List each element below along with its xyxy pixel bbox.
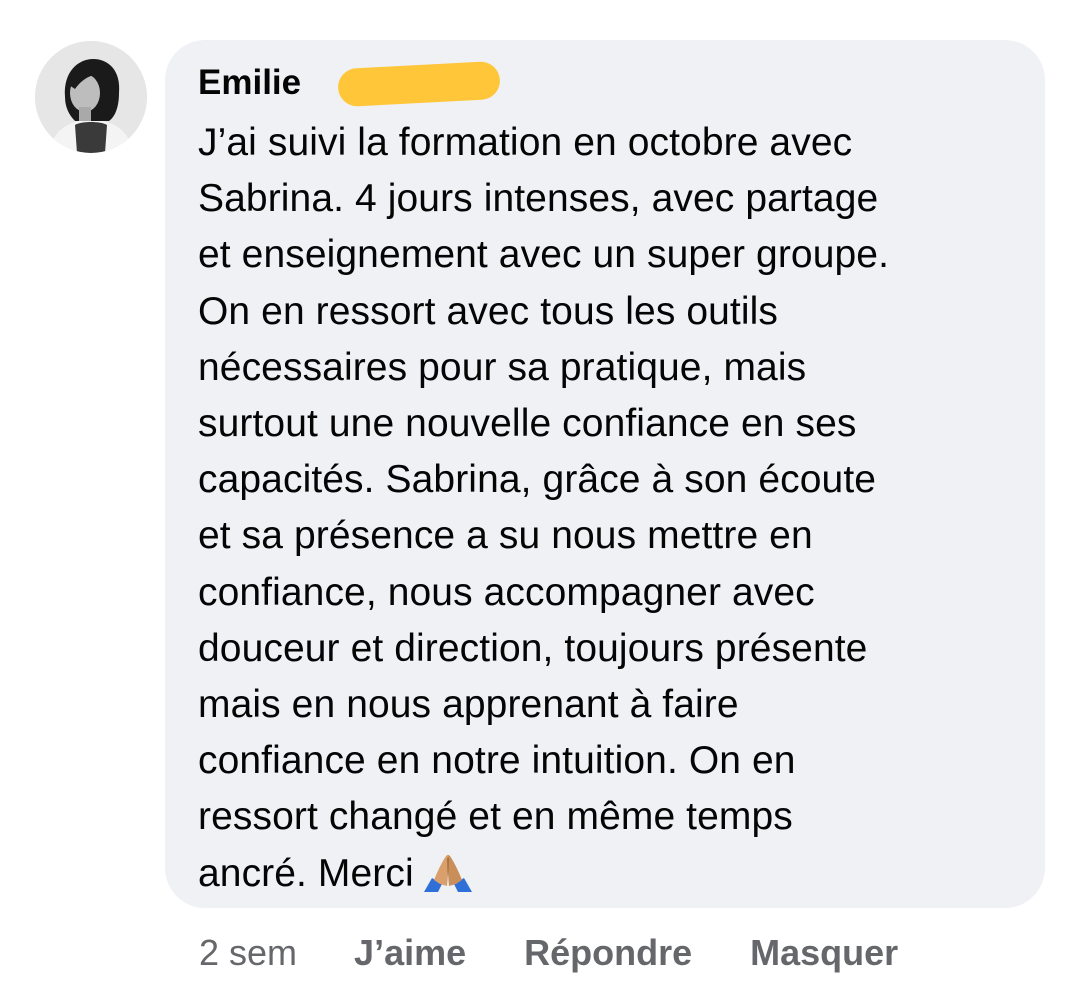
avatar-photo: [35, 41, 147, 153]
comment-line: confiance, nous accompagner avec: [198, 570, 815, 614]
comment-text: J’ai suivi la formation en octobre avec S…: [198, 115, 1015, 908]
folded-hands-icon: [422, 852, 474, 908]
hide-button[interactable]: Masquer: [750, 932, 898, 974]
comment-line: douceur et direction, toujours présente: [198, 626, 868, 670]
reply-button[interactable]: Répondre: [524, 932, 692, 974]
comment-line: et sa présence a su nous mettre en: [198, 514, 813, 558]
like-button[interactable]: J’aime: [354, 932, 466, 974]
comment-line: ressort changé et en même temps: [198, 795, 793, 839]
comment-line: mais en nous apprenant à faire: [198, 683, 739, 727]
comment-line: confiance en notre intuition. On en: [198, 739, 796, 783]
comment-line: Sabrina. 4 jours intenses, avec partage: [198, 177, 879, 221]
comment-bubble: Emilie J’ai suivi la formation en octobr…: [165, 40, 1045, 908]
comment-actions: 2 sem J’aime Répondre Masquer: [199, 930, 898, 976]
comment-line: et enseignement avec un super groupe.: [198, 233, 889, 277]
redaction-mark: [337, 60, 501, 108]
comment-line: surtout une nouvelle confiance en ses: [198, 402, 857, 446]
comment-line: nécessaires pour sa pratique, mais: [198, 345, 807, 389]
comment-line: capacités. Sabrina, grâce à son écoute: [198, 458, 877, 502]
comment-line: ancré. Merci: [198, 851, 414, 895]
author-avatar[interactable]: [35, 41, 147, 153]
comment-author[interactable]: Emilie: [198, 63, 301, 103]
comment-timestamp[interactable]: 2 sem: [199, 932, 297, 974]
comment-line: J’ai suivi la formation en octobre avec: [198, 121, 853, 164]
comment-line: On en ressort avec tous les outils: [198, 289, 779, 333]
